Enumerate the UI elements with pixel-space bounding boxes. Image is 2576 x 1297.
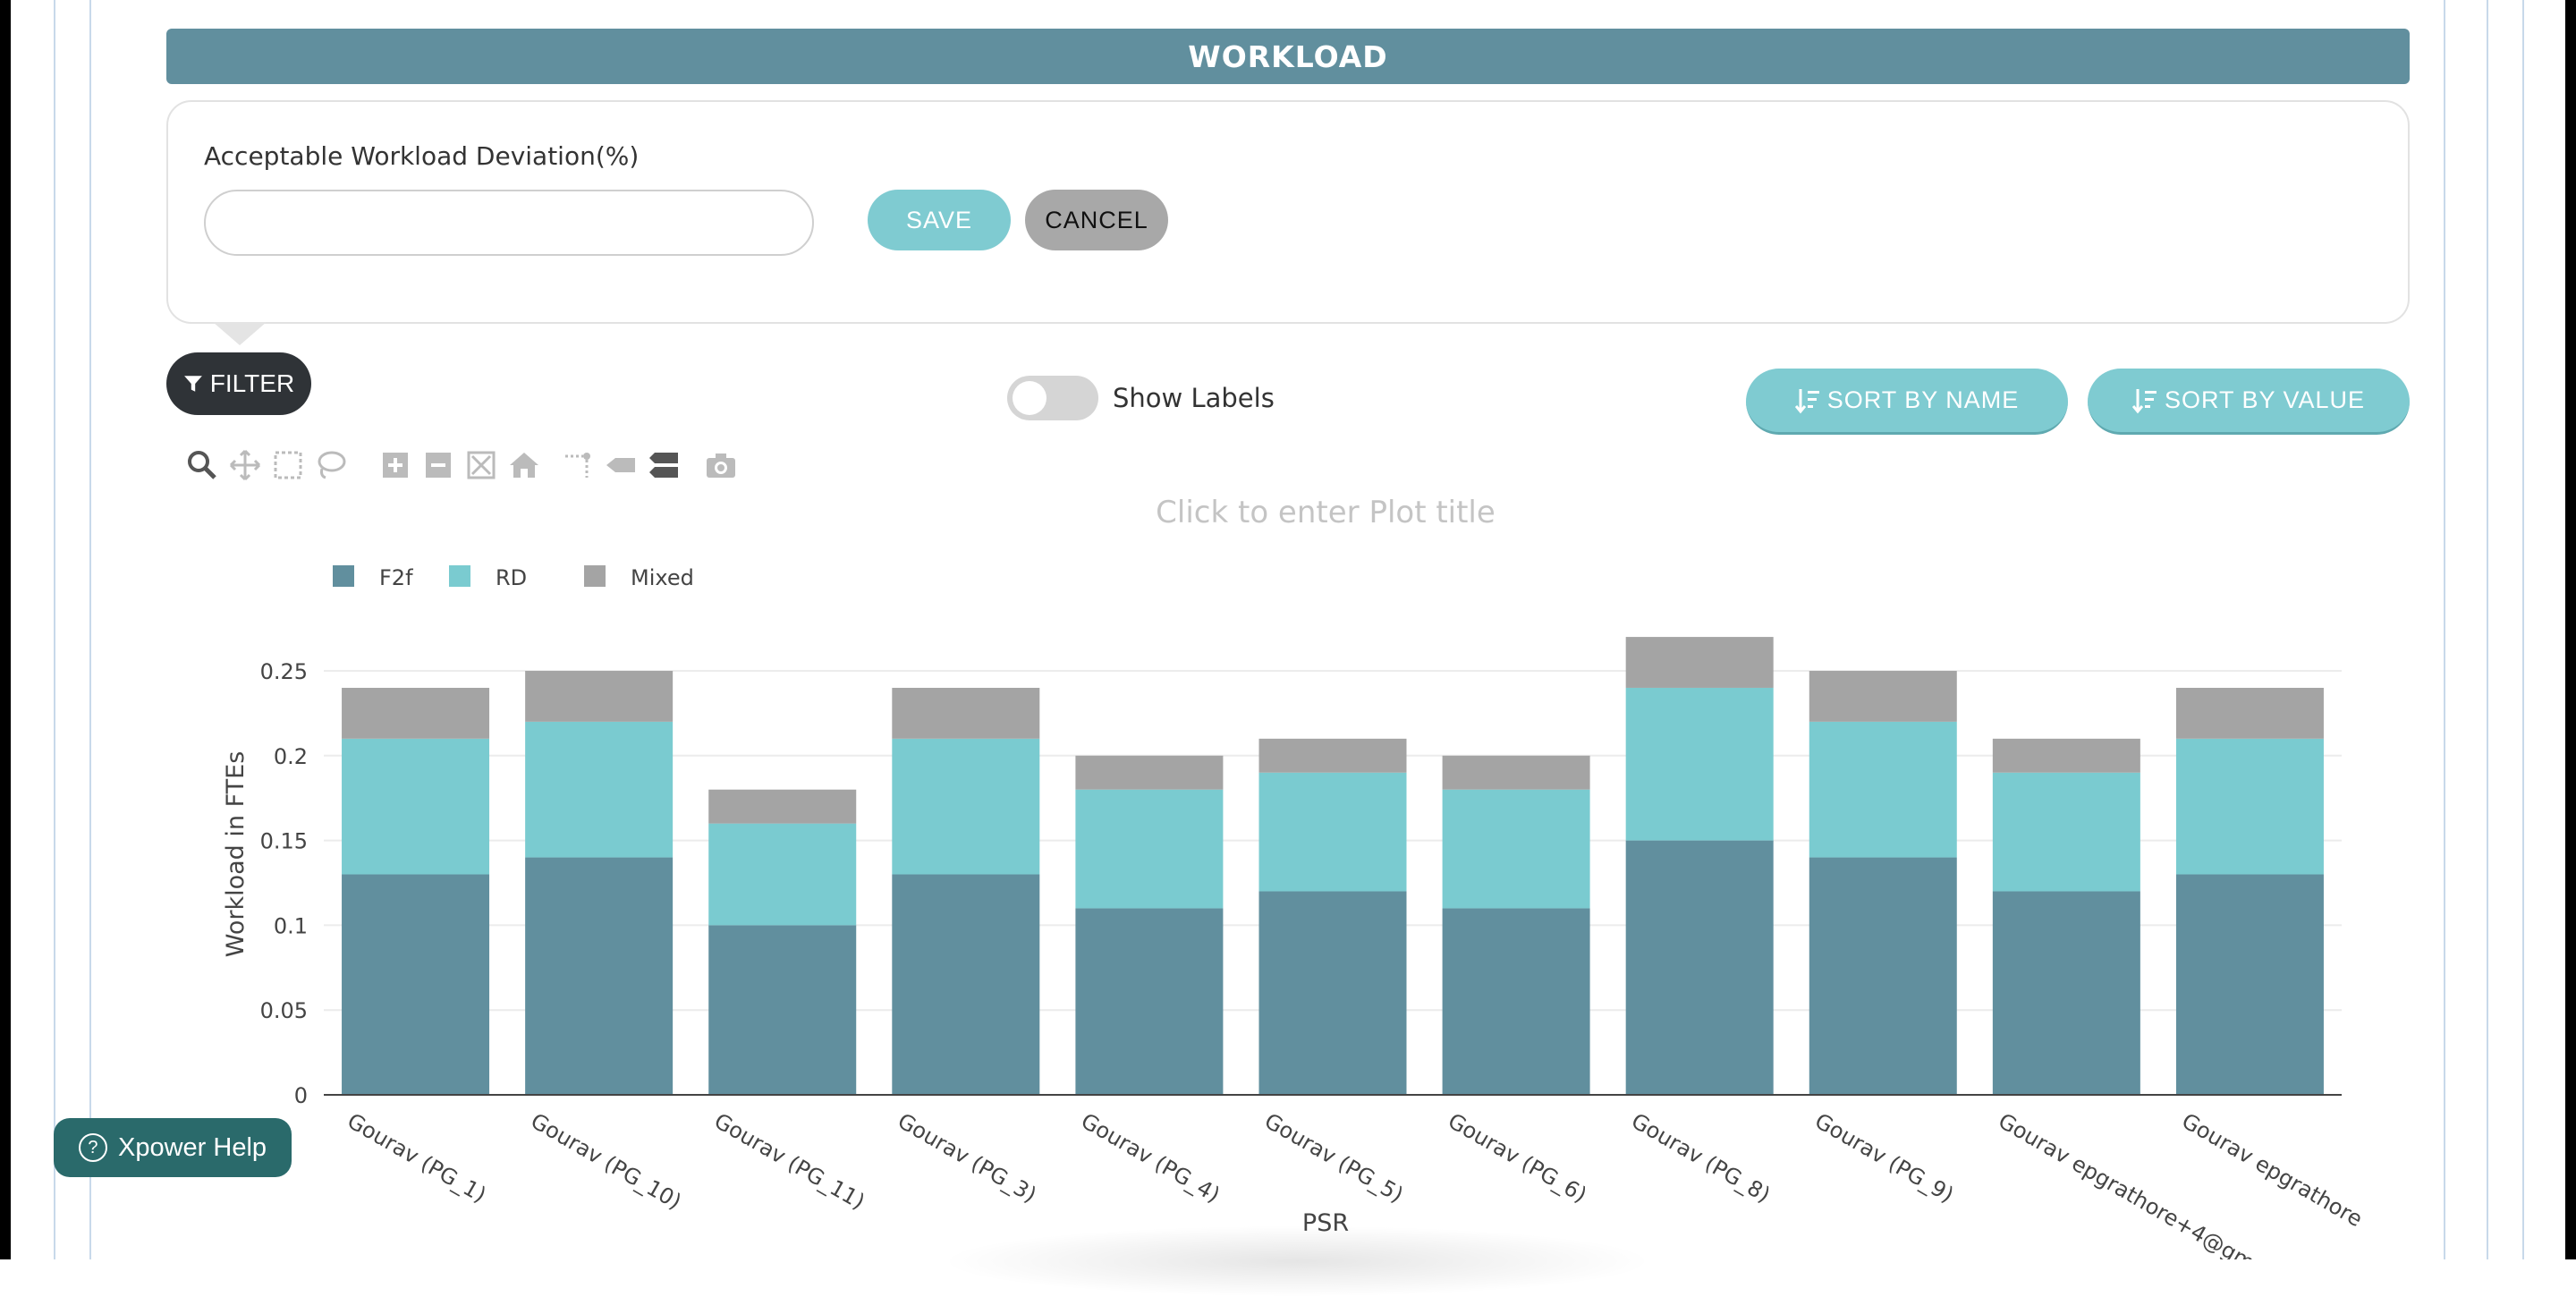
x-tick-label: Gourav (PG_9) [1810, 1108, 1958, 1208]
legend-swatch [449, 565, 470, 587]
bar-mixed [525, 671, 674, 722]
bar-f2f [892, 874, 1040, 1095]
bar-mixed [1992, 738, 2140, 773]
x-tick-label: Gourav (PG_1) [343, 1108, 491, 1208]
bar-mixed [892, 687, 1040, 739]
legend-label: F2f [379, 565, 413, 590]
legend-label: RD [496, 565, 527, 590]
bottom-shadow [939, 1225, 1655, 1297]
bar-f2f [1809, 857, 1957, 1095]
bar-rd [1258, 772, 1407, 892]
bar-rd [1809, 721, 1957, 858]
legend-swatch [584, 565, 606, 587]
bar-f2f [1258, 891, 1407, 1095]
help-icon: ? [78, 1133, 107, 1162]
y-tick-label: 0.05 [260, 998, 308, 1023]
bar-rd [342, 738, 490, 875]
bar-mixed [1442, 755, 1590, 790]
bar-f2f [525, 857, 674, 1095]
bar-f2f [1992, 891, 2140, 1095]
x-tick-label: Gourav (PG_5) [1260, 1108, 1408, 1208]
bar-rd [525, 721, 674, 858]
bar-rd [1075, 789, 1224, 909]
bar-f2f [1075, 908, 1224, 1095]
legend-label: Mixed [631, 565, 694, 590]
x-tick-label: Gourav (PG_11) [710, 1108, 869, 1215]
chart-legend: F2f RD Mixed [333, 565, 694, 590]
bar-mixed [1625, 637, 1774, 688]
chart-bars [324, 637, 2342, 1096]
y-tick-label: 0.2 [274, 744, 308, 769]
legend-swatch [333, 565, 354, 587]
x-tick-label: Gourav epgrathore [2177, 1108, 2367, 1232]
plot-title[interactable]: Click to enter Plot title [1156, 495, 1496, 530]
bar-f2f [1442, 908, 1590, 1095]
bar-rd [708, 823, 857, 926]
bar-rd [892, 738, 1040, 875]
bar-rd [1992, 772, 2140, 892]
bar-rd [2175, 738, 2324, 875]
x-tick-label: Gourav (PG_6) [1444, 1108, 1591, 1208]
help-button[interactable]: ? Xpower Help [54, 1118, 292, 1177]
y-tick-label: 0.1 [274, 913, 308, 938]
bar-rd [1625, 687, 1774, 841]
workload-chart: Click to enter Plot title 0 0.05 0.1 0.15 0.… [222, 495, 2367, 1259]
bar-mixed [1075, 755, 1224, 790]
y-axis: 0 0.05 0.1 0.15 0.2 0.25 [260, 659, 308, 1108]
x-tick-label: Gourav (PG_4) [1077, 1108, 1224, 1208]
bar-f2f [2175, 874, 2324, 1095]
bar-rd [1442, 789, 1590, 909]
y-axis-title: Workload in FTEs [222, 751, 250, 958]
bar-f2f [1625, 840, 1774, 1095]
help-label: Xpower Help [117, 1132, 267, 1162]
x-tick-label: Gourav (PG_10) [527, 1108, 686, 1215]
y-tick-label: 0.25 [260, 659, 308, 684]
bar-f2f [342, 874, 490, 1095]
bar-mixed [1258, 738, 1407, 773]
y-tick-label: 0.15 [260, 829, 308, 854]
bar-mixed [2175, 687, 2324, 739]
x-tick-label: Gourav (PG_3) [894, 1108, 1041, 1208]
x-tick-label: Gourav (PG_8) [1627, 1108, 1775, 1208]
bar-mixed [342, 687, 490, 739]
bar-mixed [708, 789, 857, 824]
bar-mixed [1809, 671, 1957, 722]
y-tick-label: 0 [294, 1083, 308, 1108]
bar-f2f [708, 925, 857, 1095]
